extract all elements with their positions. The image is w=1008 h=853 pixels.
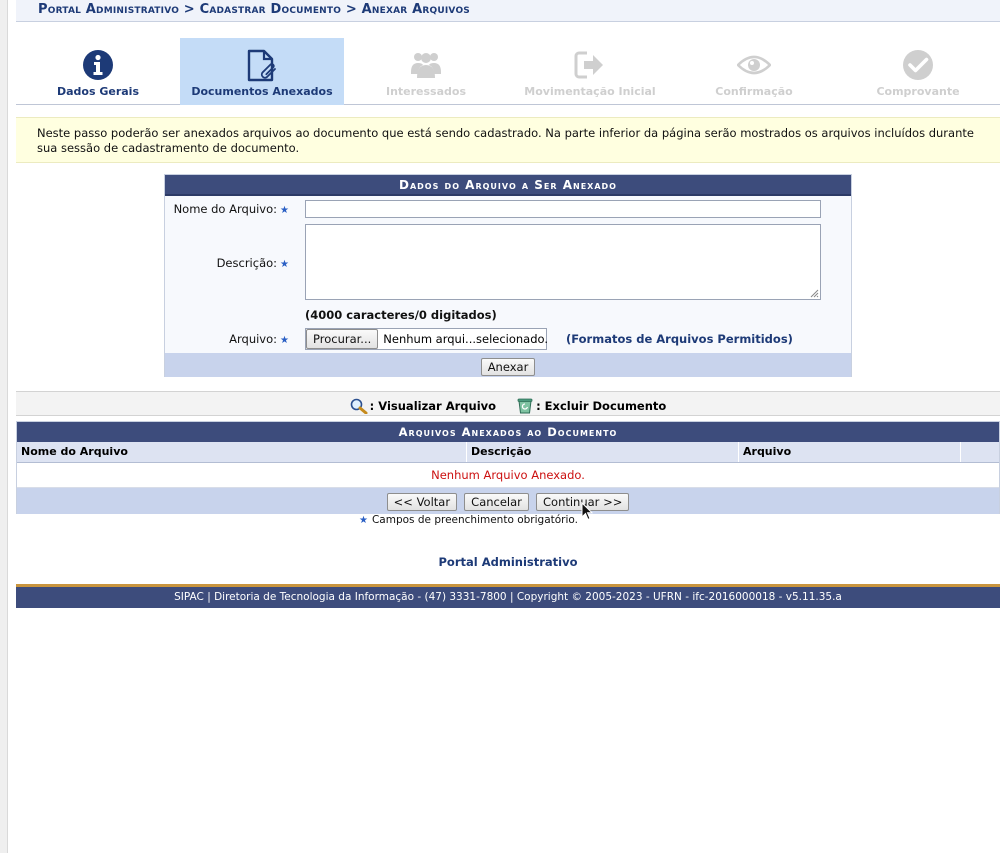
step-movimentacao-inicial: Movimentação Inicial: [508, 38, 672, 105]
step-label: Dados Gerais: [56, 85, 140, 98]
table-title: Arquivos Anexados ao Documento: [17, 422, 999, 442]
cancel-button[interactable]: Cancelar: [464, 493, 529, 511]
file-input[interactable]: Procurar... Nenhum arqui...selecionado.: [305, 328, 549, 350]
description-label: Descrição: ★: [216, 256, 289, 270]
trash-icon: [517, 398, 533, 414]
file-label: Arquivo: ★: [229, 332, 289, 346]
step-label: Confirmação: [715, 85, 793, 98]
column-header: Descrição: [467, 442, 739, 462]
description-textarea[interactable]: [305, 224, 821, 300]
left-border: [0, 0, 8, 853]
column-header: [961, 442, 999, 462]
attach-button[interactable]: Anexar: [480, 358, 536, 376]
step-comprovante: Comprovante: [836, 38, 1000, 105]
form-footer: Anexar: [165, 353, 851, 377]
sign-out-icon: [574, 51, 603, 79]
form-title: Dados do Arquivo a Ser Anexado: [165, 175, 851, 196]
page-footer: SIPAC | Diretoria de Tecnologia da Infor…: [16, 584, 1000, 608]
mouse-cursor-icon: [581, 502, 593, 521]
resize-handle-icon[interactable]: [809, 288, 819, 298]
file-name-input[interactable]: [305, 200, 821, 218]
portal-link[interactable]: Portal Administrativo: [0, 555, 1008, 569]
required-fields-note: ★ Campos de preenchimento obrigatório.: [359, 514, 578, 526]
empty-message: Nenhum Arquivo Anexado.: [17, 463, 999, 488]
info-notice: Neste passo poderão ser anexados arquivo…: [16, 117, 1000, 163]
wizard-steps: Dados Gerais Documentos Anexados Interes…: [16, 38, 1000, 105]
required-star-icon: ★: [280, 205, 289, 216]
file-name-label: Nome do Arquivo: ★: [173, 202, 289, 216]
legend-view: : Visualizar Arquivo: [350, 398, 496, 414]
browse-button[interactable]: Procurar...: [306, 329, 379, 349]
attachment-icon: [247, 49, 276, 82]
step-label: Movimentação Inicial: [524, 85, 656, 98]
step-dados-gerais[interactable]: Dados Gerais: [16, 38, 180, 105]
eye-icon: [737, 55, 771, 75]
column-header: Arquivo: [739, 442, 961, 462]
file-status: Nenhum arqui...selecionado.: [383, 332, 549, 346]
table-header: Nome do Arquivo Descrição Arquivo: [17, 442, 999, 463]
step-label: Documentos Anexados: [191, 85, 333, 98]
character-counter: (4000 caracteres/0 digitados): [305, 308, 497, 322]
step-label: Comprovante: [876, 85, 960, 98]
step-interessados: Interessados: [344, 38, 508, 105]
info-icon: [83, 50, 113, 80]
users-icon: [411, 53, 441, 78]
required-star-icon: ★: [280, 259, 289, 270]
step-confirmacao: Confirmação: [672, 38, 836, 105]
breadcrumb-bar: Portal Administrativo > Cadastrar Docume…: [16, 0, 1000, 22]
breadcrumb: Portal Administrativo > Cadastrar Docume…: [38, 2, 470, 17]
attached-files-table: Arquivos Anexados ao Documento Nome do A…: [16, 421, 1000, 514]
column-header: Nome do Arquivo: [17, 442, 467, 462]
step-label: Interessados: [385, 85, 467, 98]
back-button[interactable]: << Voltar: [386, 493, 458, 511]
required-star-icon: ★: [280, 335, 289, 346]
attach-file-form: Dados do Arquivo a Ser Anexado Nome do A…: [164, 174, 852, 377]
icon-legend: : Visualizar Arquivo : Excluir Documento: [16, 391, 1000, 416]
required-star-icon: ★: [359, 515, 368, 526]
allowed-formats-link[interactable]: (Formatos de Arquivos Permitidos): [566, 332, 793, 346]
step-documentos-anexados[interactable]: Documentos Anexados: [180, 38, 344, 105]
magnifier-icon: [350, 398, 368, 414]
check-icon: [903, 50, 933, 80]
table-footer: << Voltar Cancelar Continuar >>: [17, 488, 999, 514]
legend-delete: : Excluir Documento: [516, 397, 666, 414]
